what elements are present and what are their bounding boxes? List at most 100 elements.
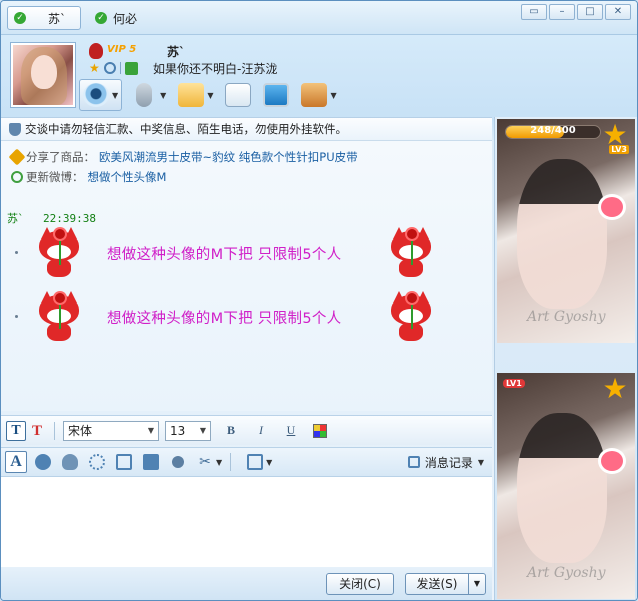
app-box-icon: [301, 83, 328, 107]
chat-window: ✓ 苏` ✓ 何必 ▭ – □ ✕ VIP 5 苏` ★ 如果你还不明白-汪苏泷…: [0, 0, 638, 601]
chat-toolbar: ▼ ▼ ▼ ▼: [79, 79, 340, 111]
format-toolbar: T T 宋体 ▼ 13 ▼ B I U: [1, 415, 492, 445]
chevron-down-icon[interactable]: ▼: [266, 458, 272, 467]
heart-icon[interactable]: [601, 197, 623, 217]
contact-show-image[interactable]: 248/400 ★ LV3 Art Gyoshy: [497, 119, 635, 343]
show-panel: 248/400 ★ LV3 Art Gyoshy LV1 ★ Art Gyosh…: [494, 117, 637, 600]
level-progress-bar: 248/400: [505, 125, 601, 139]
progress-text: 248/400: [530, 125, 576, 136]
tab-label: 何必: [113, 11, 138, 26]
bottom-bar: 关闭(C) 发送(S) ▼: [1, 567, 492, 600]
music-button[interactable]: [167, 451, 189, 473]
chevron-down-icon[interactable]: ▼: [207, 91, 213, 100]
share-link[interactable]: 欧美风潮流男士皮带~豹纹 纯色款个性针扣PU皮带: [99, 149, 358, 165]
message-time: 22:39:38: [43, 212, 96, 225]
font-button[interactable]: A: [5, 451, 27, 473]
image-icon: [143, 454, 159, 470]
weibo-link[interactable]: 想做个性头像M: [88, 169, 167, 185]
screenshot-button[interactable]: ✂: [194, 451, 216, 473]
sender-name: 苏`: [7, 212, 24, 225]
avatar[interactable]: [11, 43, 75, 107]
voice-button[interactable]: ▼: [128, 79, 169, 111]
file-transfer-icon: [178, 83, 205, 107]
image-button[interactable]: [140, 451, 162, 473]
chevron-down-icon: ▼: [147, 426, 154, 435]
scissors-icon: ✂: [199, 454, 211, 470]
tab-contact-su[interactable]: ✓ 苏`: [7, 6, 81, 30]
online-status-icon: ✓: [95, 12, 107, 24]
bold-button[interactable]: B: [221, 423, 241, 438]
shield-icon: [9, 122, 21, 136]
watermark: Art Gyoshy: [527, 309, 606, 325]
app-button[interactable]: [244, 451, 266, 473]
color-palette-icon[interactable]: [313, 423, 327, 438]
remote-assist-button[interactable]: [222, 79, 254, 111]
chevron-down-icon[interactable]: ▼: [112, 91, 118, 100]
my-show-image[interactable]: LV1 ★ Art Gyoshy: [497, 373, 635, 599]
screen-share-button[interactable]: [260, 79, 292, 111]
send-options-button[interactable]: ▼: [468, 573, 486, 595]
font-color-icon[interactable]: T: [28, 421, 46, 441]
shake-button[interactable]: [86, 451, 108, 473]
app-box-button[interactable]: ▼: [298, 79, 339, 111]
chevron-down-icon[interactable]: ▼: [216, 458, 222, 467]
heart-icon[interactable]: [601, 451, 623, 471]
watermark: Art Gyoshy: [527, 565, 606, 581]
level-badge: LV1: [503, 379, 525, 388]
chevron-down-icon[interactable]: ▼: [330, 91, 336, 100]
history-label: 消息记录: [424, 455, 473, 470]
file-transfer-button[interactable]: ▼: [175, 79, 216, 111]
font-style-icon[interactable]: T: [6, 420, 26, 441]
font-icon: A: [10, 453, 22, 470]
vip-badge[interactable]: VIP 5: [107, 44, 136, 55]
font-size-select[interactable]: 13 ▼: [165, 420, 211, 441]
font-family-value: 宋体: [68, 424, 93, 438]
send-button[interactable]: 发送(S): [405, 573, 469, 595]
webcam-button[interactable]: ▼: [79, 79, 123, 111]
close-icon[interactable]: ✕: [605, 4, 631, 20]
minimize-icon[interactable]: –: [549, 4, 575, 20]
message-input[interactable]: [1, 477, 492, 567]
chat-history[interactable]: 分享了商品： 欧美风潮流男士皮带~豹纹 纯色款个性针扣PU皮带 更新微博： 想做…: [1, 141, 492, 411]
window-controls: ▭ – □ ✕: [521, 4, 631, 20]
share-icon: [8, 148, 26, 166]
star-icon[interactable]: ★: [89, 61, 100, 75]
message-history-button[interactable]: 消息记录 ▼: [407, 454, 484, 471]
restore-icon[interactable]: ▭: [521, 4, 547, 20]
divider: [119, 62, 121, 74]
close-button[interactable]: 关闭(C): [326, 573, 394, 595]
chevron-down-icon: ▼: [477, 457, 484, 467]
music-icon[interactable]: [124, 61, 138, 75]
tab-bar: ✓ 苏` ✓ 何必 ▭ – □ ✕: [1, 1, 637, 35]
contact-signature: 如果你还不明白-汪苏泷: [153, 62, 278, 76]
level-badge: LV3: [609, 145, 629, 154]
tab-contact-hebi[interactable]: ✓ 何必: [89, 6, 159, 30]
security-notice: 交谈中请勿轻信汇款、中奖信息、陌生电话，勿使用外挂软件。: [1, 117, 492, 141]
underline-button[interactable]: U: [281, 423, 301, 438]
chevron-down-icon[interactable]: ▼: [160, 91, 166, 100]
handwrite-button[interactable]: [113, 451, 135, 473]
fox-emoticon: [37, 227, 81, 279]
magic-face-icon: [62, 454, 78, 470]
magic-face-button[interactable]: [59, 451, 81, 473]
star-icon: ★: [602, 373, 628, 405]
history-icon: [407, 456, 420, 468]
smiley-icon: [35, 454, 51, 470]
maximize-icon[interactable]: □: [577, 4, 603, 20]
fox-emoticon: [37, 291, 81, 343]
font-family-select[interactable]: 宋体 ▼: [63, 420, 159, 441]
message-line: 想做这种头像的M下把 只限制5个人: [15, 227, 485, 283]
qq-penguin-icon: [89, 43, 103, 59]
remote-assist-icon: [225, 83, 252, 107]
briefcase-icon: [247, 454, 264, 470]
microphone-icon: [136, 83, 153, 107]
emoji-button[interactable]: [32, 451, 54, 473]
contact-nickname[interactable]: 苏`: [167, 43, 185, 60]
pencil-icon: [116, 454, 132, 470]
music-note-icon: [172, 456, 184, 468]
italic-button[interactable]: I: [251, 423, 271, 438]
chevron-down-icon: ▼: [199, 426, 206, 435]
fox-emoticon: [389, 291, 433, 343]
qzone-icon[interactable]: [103, 62, 116, 74]
message-line: 想做这种头像的M下把 只限制5个人: [15, 291, 485, 347]
